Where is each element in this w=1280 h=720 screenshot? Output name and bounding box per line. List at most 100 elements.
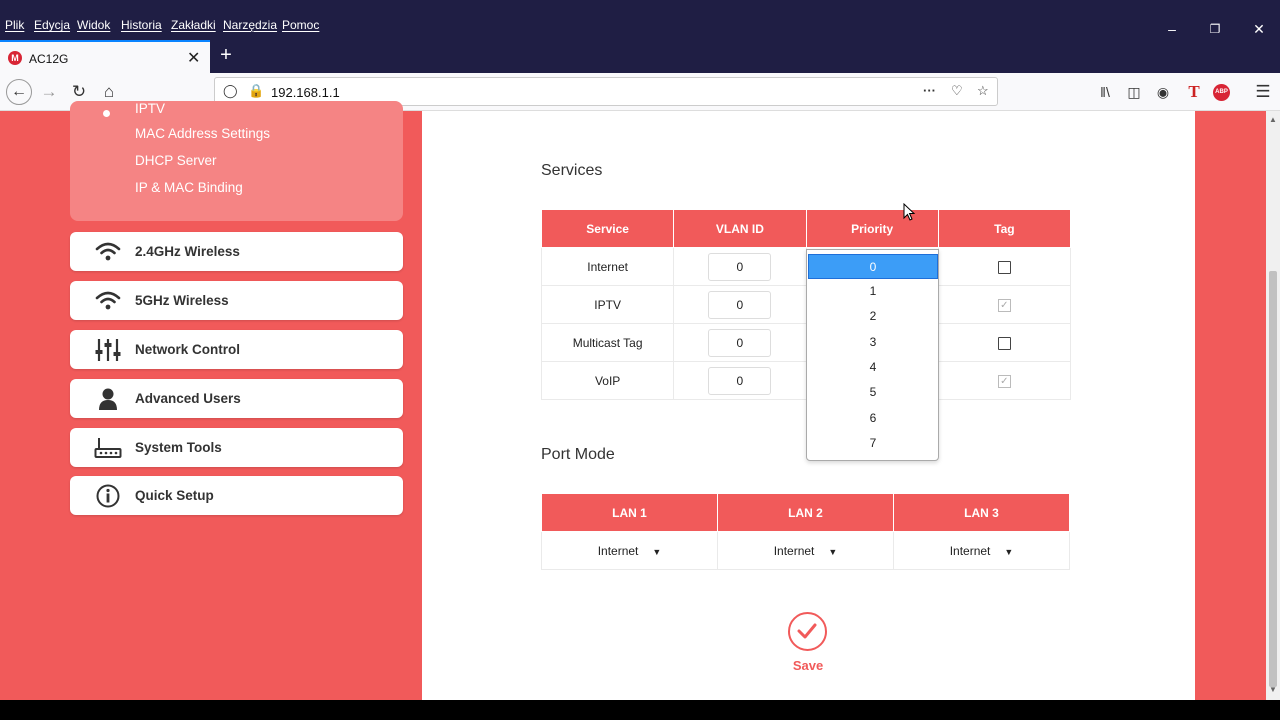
tag-checkbox[interactable] xyxy=(997,336,1011,350)
new-tab-icon[interactable]: + xyxy=(216,44,236,68)
column-header: Priority xyxy=(805,209,939,248)
shield-icon[interactable]: ◯ xyxy=(223,83,238,99)
sidebar-item-network-control[interactable]: Network Control xyxy=(70,330,403,369)
menu-historia[interactable]: Historia xyxy=(121,18,162,32)
vlan-id-input[interactable]: 0 xyxy=(708,290,772,319)
pocket-icon[interactable]: ♡ xyxy=(951,83,963,99)
lan2-mode-value: Internet xyxy=(773,543,815,558)
right-margin xyxy=(1195,111,1266,700)
sidebar-item-advanced-users[interactable]: Advanced Users xyxy=(70,379,403,418)
priority-option[interactable]: 7 xyxy=(808,431,938,456)
lan3-mode-value: Internet xyxy=(949,543,991,558)
sidebar-item-label: 2.4GHz Wireless xyxy=(135,244,240,259)
back-icon[interactable]: ← xyxy=(6,79,32,105)
url-text[interactable]: 192.168.1.1 xyxy=(271,85,340,100)
sidebar-item-5ghz-wireless[interactable]: 5GHz Wireless xyxy=(70,281,403,320)
service-name: VoIP xyxy=(540,361,675,400)
sidebar-item-quick-setup[interactable]: Quick Setup xyxy=(70,476,403,515)
sidebar-item-label: Quick Setup xyxy=(135,488,214,503)
vlan-id-input[interactable]: 0 xyxy=(708,328,772,357)
scroll-down-icon[interactable]: ▼ xyxy=(1269,685,1277,694)
sidebar-subpanel: IPTV MAC Address Settings DHCP Server IP… xyxy=(70,101,403,221)
services-title: Services xyxy=(541,162,603,179)
scrollbar-thumb[interactable] xyxy=(1269,271,1277,687)
page-actions-icon[interactable]: ··· xyxy=(923,83,936,98)
priority-option[interactable]: 5 xyxy=(808,380,938,405)
router-icon xyxy=(94,438,122,458)
sliders-icon xyxy=(95,339,121,361)
menu-bar: Plik Edycja Widok Historia Zakładki Narz… xyxy=(0,0,1280,40)
minimize-icon[interactable]: – xyxy=(1163,20,1181,38)
menu-widok[interactable]: Widok xyxy=(77,18,110,32)
caret-down-icon: ▼ xyxy=(652,546,662,557)
scroll-up-icon[interactable]: ▲ xyxy=(1269,115,1277,124)
sidebar-item-label: Network Control xyxy=(135,342,241,357)
priority-option[interactable]: 4 xyxy=(808,355,938,380)
column-header: LAN 3 xyxy=(893,493,1070,532)
sidebar-subitem-iptv[interactable]: IPTV xyxy=(135,101,165,116)
column-header: Tag xyxy=(937,209,1072,248)
library-icon[interactable]: ‖\ xyxy=(1094,81,1116,103)
tag-checkbox-disabled: ✓ xyxy=(997,298,1011,312)
sidebar-subitem-ip-mac-binding[interactable]: IP & MAC Binding xyxy=(135,180,243,195)
priority-option[interactable]: 1 xyxy=(808,279,938,304)
bottom-bar xyxy=(0,700,1280,720)
menu-zakladki[interactable]: Zakładki xyxy=(171,18,216,32)
lan2-mode-select[interactable]: Internet ▼ xyxy=(717,531,894,570)
tab-strip: M AC12G ✕ + xyxy=(0,40,1280,73)
service-name: IPTV xyxy=(540,285,675,324)
info-icon xyxy=(96,484,120,508)
forward-icon[interactable]: → xyxy=(38,81,60,103)
sidebar-subitem-dhcp-server[interactable]: DHCP Server xyxy=(135,153,217,168)
port-mode-table: LAN 1 LAN 2 LAN 3 Internet ▼ Internet ▼ In… xyxy=(541,493,1070,570)
favicon-icon: M xyxy=(8,51,22,65)
menu-pomoc[interactable]: Pomoc xyxy=(282,18,319,32)
vlan-id-input[interactable]: 0 xyxy=(708,366,772,395)
save-label[interactable]: Save xyxy=(778,658,838,673)
hamburger-menu-icon[interactable]: ☰ xyxy=(1252,81,1274,103)
insecure-lock-icon[interactable]: 🔒 xyxy=(248,83,264,99)
service-name: Internet xyxy=(540,247,675,286)
tag-checkbox[interactable] xyxy=(997,260,1011,274)
menu-narzedzia[interactable]: Narzędzia xyxy=(223,18,277,32)
priority-option[interactable]: 6 xyxy=(808,406,938,431)
home-icon[interactable]: ⌂ xyxy=(98,81,120,103)
sidebar-toggle-icon[interactable]: ◫ xyxy=(1123,81,1145,103)
tag-checkbox-disabled: ✓ xyxy=(997,374,1011,388)
menu-edycja[interactable]: Edycja xyxy=(34,18,70,32)
scrollbar[interactable]: ▲ ▼ xyxy=(1266,111,1280,700)
port-mode-title: Port Mode xyxy=(541,446,615,463)
service-name: Multicast Tag xyxy=(540,323,675,362)
close-tab-icon[interactable]: ✕ xyxy=(187,48,200,68)
account-icon[interactable]: ◉ xyxy=(1152,81,1174,103)
tab-ac12g[interactable]: M AC12G ✕ xyxy=(0,40,210,73)
lan1-mode-value: Internet xyxy=(597,543,639,558)
vlan-id-input[interactable]: 0 xyxy=(708,252,772,281)
column-header: Service xyxy=(540,209,675,248)
lan1-mode-select[interactable]: Internet ▼ xyxy=(541,531,718,570)
tab-title: AC12G xyxy=(29,52,69,66)
sidebar-item-label: Advanced Users xyxy=(135,391,241,406)
priority-option[interactable]: 2 xyxy=(808,304,938,329)
priority-dropdown: 0 1 2 3 4 5 6 7 xyxy=(806,249,939,461)
sidebar: IPTV MAC Address Settings DHCP Server IP… xyxy=(0,101,422,700)
lan3-mode-select[interactable]: Internet ▼ xyxy=(893,531,1070,570)
reload-icon[interactable]: ↻ xyxy=(68,81,90,103)
priority-option[interactable]: 0 xyxy=(808,254,938,279)
priority-option[interactable]: 3 xyxy=(808,330,938,355)
menu-plik[interactable]: Plik xyxy=(5,18,24,32)
adblock-icon[interactable]: ABP xyxy=(1213,84,1230,101)
save-button[interactable] xyxy=(788,612,827,651)
table-row: Internet ▼ Internet ▼ Internet ▼ xyxy=(541,531,1070,570)
column-header: VLAN ID xyxy=(673,209,807,248)
bullet-icon xyxy=(103,110,110,117)
mouse-cursor-icon xyxy=(903,203,916,221)
sidebar-item-system-tools[interactable]: System Tools xyxy=(70,428,403,467)
sidebar-item-24ghz-wireless[interactable]: 2.4GHz Wireless xyxy=(70,232,403,271)
restore-icon[interactable]: ❐ xyxy=(1206,20,1224,38)
user-icon xyxy=(99,388,117,410)
close-window-icon[interactable]: ✕ xyxy=(1250,20,1268,38)
sidebar-subitem-mac-address[interactable]: MAC Address Settings xyxy=(135,126,270,141)
extension-t-icon[interactable]: T xyxy=(1183,81,1205,103)
bookmark-star-icon[interactable]: ☆ xyxy=(977,83,989,99)
